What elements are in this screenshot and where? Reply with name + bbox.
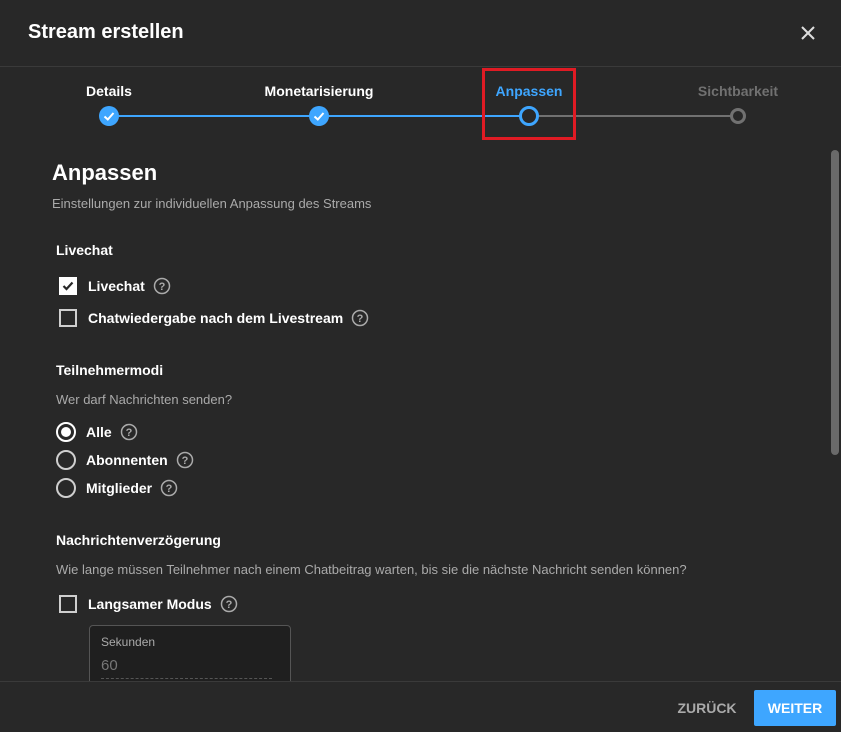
chat-replay-checkbox[interactable]: [59, 309, 77, 327]
help-icon[interactable]: ?: [160, 479, 178, 497]
help-icon[interactable]: ?: [351, 309, 369, 327]
stepper: Details Monetarisierung Anpassen Sichtba…: [0, 67, 841, 137]
page-title: Anpassen: [52, 160, 158, 185]
step-dot-monetization[interactable]: [309, 106, 329, 126]
message-delay-heading: Nachrichtenverzögerung: [56, 532, 221, 548]
radio-subscribers[interactable]: [56, 450, 76, 470]
participant-modes-heading: Teilnehmermodi: [56, 362, 164, 378]
livechat-heading: Livechat: [56, 242, 113, 258]
svg-text:?: ?: [357, 313, 364, 325]
step-label-monetization[interactable]: Monetarisierung: [265, 83, 374, 99]
next-button[interactable]: WEITER: [754, 690, 836, 726]
help-icon[interactable]: ?: [120, 423, 138, 441]
svg-text:?: ?: [125, 427, 132, 439]
radio-option-members[interactable]: Mitglieder ?: [56, 476, 178, 500]
dialog-header: Stream erstellen: [0, 0, 841, 67]
livechat-option[interactable]: Livechat ?: [56, 274, 171, 298]
livechat-checkbox[interactable]: [59, 277, 77, 295]
dialog-footer: ZURÜCK WEITER: [0, 681, 841, 732]
dialog-title: Stream erstellen: [28, 21, 184, 43]
checkmark-icon: [103, 112, 115, 121]
create-stream-dialog: Stream erstellen Details Monetarisierung…: [0, 0, 841, 732]
help-icon[interactable]: ?: [153, 277, 171, 295]
step-dot-details[interactable]: [99, 106, 119, 126]
help-icon[interactable]: ?: [176, 451, 194, 469]
step-label-details[interactable]: Details: [86, 83, 132, 99]
page-subtitle: Einstellungen zur individuellen Anpassun…: [52, 196, 372, 211]
highlight-annotation: [482, 68, 576, 140]
close-icon: [801, 26, 815, 40]
svg-text:?: ?: [225, 599, 232, 611]
radio-members[interactable]: [56, 478, 76, 498]
livechat-option-label: Livechat: [88, 278, 145, 294]
slow-mode-label: Langsamer Modus: [88, 596, 212, 612]
radio-option-all[interactable]: Alle ?: [56, 420, 138, 444]
message-delay-question: Wie lange müssen Teilnehmer nach einem C…: [56, 562, 687, 577]
chat-replay-option-label: Chatwiedergabe nach dem Livestream: [88, 310, 344, 326]
slow-mode-option[interactable]: Langsamer Modus ?: [56, 592, 238, 616]
seconds-field[interactable]: Sekunden: [89, 625, 291, 681]
content-area: Anpassen Einstellungen zur individuellen…: [0, 148, 828, 681]
checkmark-icon: [62, 281, 74, 291]
participant-modes-question: Wer darf Nachrichten senden?: [56, 392, 233, 407]
radio-all[interactable]: [56, 422, 76, 442]
chat-replay-option[interactable]: Chatwiedergabe nach dem Livestream ?: [56, 306, 369, 330]
back-button[interactable]: ZURÜCK: [668, 690, 746, 726]
scrollbar-thumb[interactable]: [831, 150, 839, 455]
svg-text:?: ?: [158, 281, 165, 293]
step-dot-visibility[interactable]: [730, 108, 746, 124]
svg-text:?: ?: [166, 483, 173, 495]
seconds-input-underline: [101, 678, 272, 679]
radio-subscribers-label: Abonnenten: [86, 452, 168, 468]
slow-mode-checkbox[interactable]: [59, 595, 77, 613]
seconds-input[interactable]: [101, 657, 271, 674]
close-button[interactable]: [794, 19, 822, 47]
radio-option-subscribers[interactable]: Abonnenten ?: [56, 448, 194, 472]
help-icon[interactable]: ?: [220, 595, 238, 613]
svg-text:?: ?: [181, 455, 188, 467]
checkmark-icon: [313, 112, 325, 121]
step-label-visibility[interactable]: Sichtbarkeit: [698, 83, 778, 99]
radio-members-label: Mitglieder: [86, 480, 153, 496]
seconds-field-label: Sekunden: [101, 635, 156, 649]
radio-all-label: Alle: [86, 424, 112, 440]
